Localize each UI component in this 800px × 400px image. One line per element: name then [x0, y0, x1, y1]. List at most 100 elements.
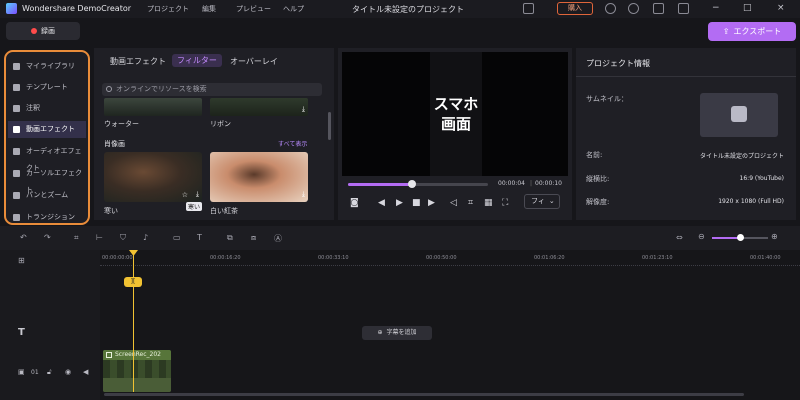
- project-info-panel: プロジェクト情報 サムネイル： 名前: タイトル未設定のプロジェクト 縦横比: …: [576, 48, 796, 220]
- export-icon: ⇪: [722, 27, 730, 36]
- camera-icon[interactable]: ◙: [350, 198, 359, 208]
- menu-preview[interactable]: プレビュー: [236, 4, 271, 14]
- tab-filters[interactable]: フィルター: [172, 54, 222, 67]
- crop-icon[interactable]: ⌗: [468, 198, 473, 208]
- next-frame-icon[interactable]: ▶: [428, 198, 435, 208]
- tab-video-effects[interactable]: 動画エフェクト: [110, 56, 166, 67]
- ruler-tick: 00:00:16:20: [210, 255, 241, 261]
- tab-overlays[interactable]: オーバーレイ: [230, 56, 278, 67]
- sidebar-item-transitions[interactable]: トランジション: [8, 209, 86, 223]
- ruler-tick: 00:00:50:00: [426, 255, 457, 261]
- group-icon[interactable]: ⧉: [227, 233, 233, 243]
- stop-icon[interactable]: ■: [412, 198, 421, 208]
- zoom-in-icon[interactable]: ⊕: [771, 232, 778, 241]
- volume-icon[interactable]: ◁: [450, 198, 457, 208]
- sidebar-item-video-effects[interactable]: 動画エフェクト: [8, 121, 86, 138]
- maximize-button[interactable]: □: [743, 3, 752, 13]
- close-button[interactable]: ×: [777, 3, 785, 13]
- speaker-icon[interactable]: ◀: [83, 368, 88, 376]
- download-icon[interactable]: ⤓: [302, 105, 305, 114]
- clip-name: ScreenRec_202: [115, 351, 161, 358]
- filter-thumbnail-water[interactable]: [104, 98, 202, 116]
- lock-icon[interactable]: 🔓︎: [47, 368, 52, 377]
- pan-zoom-icon: [13, 192, 20, 199]
- progress-handle[interactable]: [408, 180, 417, 188]
- export-label: エクスポート: [733, 27, 782, 36]
- record-button[interactable]: 録画: [6, 22, 80, 40]
- download-icon[interactable]: ⤓: [196, 190, 199, 199]
- project-thumbnail[interactable]: [700, 93, 778, 137]
- effects-icon: [13, 126, 20, 133]
- split-icon[interactable]: ⊢: [96, 233, 103, 242]
- fullscreen-icon[interactable]: ⛶: [502, 198, 508, 208]
- sidebar-item-pan-zoom[interactable]: パンとズーム: [8, 187, 86, 204]
- caption-icon[interactable]: ▭: [173, 233, 181, 242]
- zoom-handle[interactable]: [737, 234, 744, 241]
- name-label: 名前:: [586, 151, 603, 159]
- playhead-handle[interactable]: ][: [124, 277, 142, 287]
- text-icon[interactable]: T: [197, 233, 202, 242]
- support-icon[interactable]: [628, 3, 639, 14]
- account-icon[interactable]: [605, 3, 616, 14]
- notes-icon[interactable]: [523, 3, 534, 14]
- fit-select[interactable]: フィ ⌄: [524, 194, 560, 209]
- crop-icon[interactable]: ⌗: [74, 233, 79, 243]
- filter-thumbnail-cold[interactable]: ☆ ⤓: [104, 152, 202, 202]
- sidebar-item-audio-effects[interactable]: オーディオエフェクト: [8, 143, 86, 172]
- preview-progress-bar[interactable]: [348, 183, 488, 186]
- sidebar-item-my-library[interactable]: マイライブラリ: [8, 58, 86, 75]
- menu-edit[interactable]: 編集: [202, 4, 216, 14]
- ruler-tick: 00:00:33:10: [318, 255, 349, 261]
- filter-thumbnail-ribbon[interactable]: ⤓: [210, 98, 308, 116]
- video-clip[interactable]: ScreenRec_202: [103, 350, 171, 392]
- minimize-button[interactable]: −: [712, 3, 720, 13]
- zoom-out-icon[interactable]: ⊖: [698, 232, 705, 241]
- favorite-icon[interactable]: ☆: [182, 191, 188, 199]
- grid-icon[interactable]: ▦: [484, 198, 493, 208]
- playhead[interactable]: [133, 252, 134, 392]
- transition-icon: [13, 214, 20, 221]
- filter-label-water: ウォーター: [104, 120, 139, 128]
- mic-icon[interactable]: ♪: [143, 233, 148, 242]
- fit-timeline-icon[interactable]: ⇔: [676, 233, 683, 242]
- undo-icon[interactable]: ↶: [20, 233, 27, 242]
- sidebar-item-label: 注釈: [26, 104, 40, 112]
- sidebar-item-annotations[interactable]: 注釈: [8, 100, 86, 117]
- see-all-link[interactable]: すべて表示: [278, 139, 307, 148]
- track-video-icon: ▣: [18, 368, 25, 376]
- add-subtitle-button[interactable]: ⊕ 字幕を追加: [362, 326, 432, 340]
- filter-label-ribbon: リボン: [210, 120, 231, 128]
- play-icon[interactable]: ▶: [396, 198, 403, 208]
- ai-icon[interactable]: Ⓐ: [274, 233, 282, 244]
- library-scrollbar[interactable]: [328, 112, 331, 140]
- timeline-scrollbar[interactable]: [104, 393, 744, 396]
- prev-frame-icon[interactable]: ◀: [378, 198, 385, 208]
- filter-thumbnail-white-tea[interactable]: ⤓: [210, 152, 308, 202]
- preview-screen[interactable]: スマホ 画面: [342, 52, 568, 176]
- text-track-icon: T: [18, 327, 25, 338]
- redo-icon[interactable]: ↷: [44, 233, 51, 242]
- eye-icon[interactable]: ◉: [65, 368, 71, 376]
- search-input[interactable]: オンラインでリソースを検索: [102, 83, 322, 96]
- cursor-icon: [13, 170, 20, 177]
- resolution-label: 解像度:: [586, 198, 610, 206]
- template-icon: [13, 84, 20, 91]
- buy-button[interactable]: 購入: [557, 2, 593, 15]
- sidebar-item-templates[interactable]: テンプレート: [8, 79, 86, 96]
- clip-filmstrip: [103, 360, 171, 378]
- shield-icon[interactable]: ⛉: [120, 233, 126, 243]
- add-track-icon[interactable]: ⊞: [18, 256, 25, 265]
- gift-icon[interactable]: [678, 3, 689, 14]
- export-button[interactable]: ⇪ エクスポート: [708, 22, 796, 41]
- download-icon[interactable]: ⤓: [302, 190, 305, 199]
- menu-project[interactable]: プロジェクト: [147, 4, 189, 14]
- ungroup-icon[interactable]: ⧈: [251, 233, 256, 243]
- zoom-fill: [712, 237, 740, 239]
- menu-help[interactable]: ヘルプ: [283, 4, 304, 14]
- total-time: 00:00:10: [535, 180, 562, 187]
- sidebar-item-label: トランジション: [26, 213, 75, 221]
- sidebar-item-cursor-effects[interactable]: カーソルエフェクト: [8, 165, 86, 194]
- ruler-tick: 00:00:00:00: [102, 255, 133, 261]
- search-icon: [106, 86, 112, 92]
- chat-icon[interactable]: [653, 3, 664, 14]
